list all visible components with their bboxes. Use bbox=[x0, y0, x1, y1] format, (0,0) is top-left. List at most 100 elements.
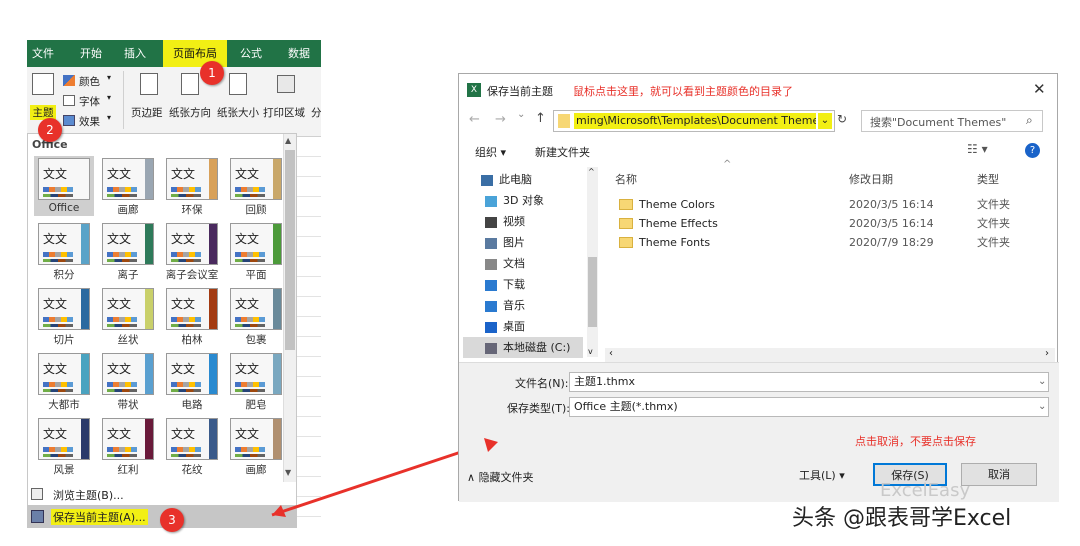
gallery-scrollbar[interactable]: ▲ ▼ bbox=[283, 134, 296, 482]
new-folder-button[interactable]: 新建文件夹 bbox=[535, 144, 590, 160]
folder-icon bbox=[619, 218, 633, 229]
back-icon[interactable]: ← bbox=[469, 112, 480, 127]
chevron-down-icon[interactable]: ⌄ bbox=[818, 113, 832, 129]
colors-icon bbox=[63, 75, 75, 86]
theme-item[interactable]: 文文 带状 bbox=[98, 351, 158, 411]
theme-icon bbox=[32, 73, 54, 95]
theme-item[interactable]: 文文 回顾 bbox=[226, 156, 286, 216]
search-input[interactable]: 搜索"Document Themes" ⌕ bbox=[861, 110, 1043, 132]
theme-item[interactable]: 文文 肥皂 bbox=[226, 351, 286, 411]
nav-item[interactable]: 下载 bbox=[485, 274, 525, 295]
up-icon[interactable]: ↑ bbox=[535, 111, 546, 126]
theme-item[interactable]: 文文 花纹 bbox=[162, 416, 222, 476]
file-name: Theme Colors bbox=[639, 198, 715, 211]
cancel-button[interactable]: 取消 bbox=[961, 463, 1037, 486]
tab-file[interactable]: 文件 bbox=[27, 40, 59, 67]
theme-item[interactable]: 文文 离子 bbox=[98, 221, 158, 281]
theme-item[interactable]: 文文 离子会议室 bbox=[162, 221, 222, 281]
theme-item[interactable]: 文文 丝状 bbox=[98, 286, 158, 346]
color-swatches bbox=[43, 324, 73, 327]
view-options-icon[interactable]: ☷ ▾ bbox=[967, 142, 988, 156]
more-label[interactable]: 分 bbox=[311, 105, 322, 120]
filetype-value: Office 主题(*.thmx) bbox=[574, 400, 678, 413]
scrollbar-thumb[interactable] bbox=[588, 257, 597, 327]
theme-item[interactable]: 文文 柏林 bbox=[162, 286, 222, 346]
color-swatches bbox=[107, 194, 137, 197]
theme-thumbnail: 文文 bbox=[102, 418, 154, 460]
nav-item[interactable]: 图片 bbox=[485, 232, 525, 253]
file-row[interactable]: Theme Colors 2020/3/5 16:14 文件夹 bbox=[605, 195, 1045, 214]
theme-item[interactable]: 文文 积分 bbox=[34, 221, 94, 281]
organize-button[interactable]: 组织 ▾ bbox=[475, 144, 506, 160]
browse-label: 浏览主题(B)... bbox=[53, 489, 124, 502]
filename-label: 文件名(N): bbox=[515, 377, 569, 390]
horizontal-scrollbar[interactable]: ‹ › bbox=[605, 348, 1055, 362]
file-row[interactable]: Theme Fonts 2020/7/9 18:29 文件夹 bbox=[605, 233, 1045, 252]
refresh-icon[interactable]: ↻ bbox=[837, 112, 847, 126]
save-current-theme-label: 保存当前主题(A)... bbox=[51, 509, 148, 525]
effects-button[interactable]: 效果 ▾ bbox=[63, 113, 113, 129]
filename-field[interactable]: 主题1.thmx ⌄ bbox=[569, 372, 1049, 392]
browse-themes-item[interactable]: 浏览主题(B)... bbox=[27, 484, 297, 504]
chevron-down-icon[interactable]: ⌄ bbox=[1038, 398, 1046, 416]
column-date[interactable]: 修改日期 bbox=[849, 171, 893, 187]
nav-item[interactable]: 本地磁盘 (C:) bbox=[463, 337, 583, 358]
theme-item[interactable]: 文文 包裹 bbox=[226, 286, 286, 346]
fonts-button[interactable]: 字体 ▾ bbox=[63, 93, 113, 109]
margins-button[interactable]: 页边距 bbox=[131, 71, 167, 127]
theme-item[interactable]: 文文 大都市 bbox=[34, 351, 94, 411]
theme-accent-stripe bbox=[209, 224, 217, 264]
scroll-left-icon[interactable]: ‹ bbox=[609, 348, 613, 359]
column-name[interactable]: 名称 bbox=[615, 171, 637, 187]
address-bar[interactable]: ming\Microsoft\Templates\Document Themes… bbox=[553, 110, 835, 132]
chevron-down-icon[interactable]: ⌄ bbox=[517, 109, 525, 120]
nav-item[interactable]: 此电脑 bbox=[481, 169, 532, 190]
tab-formulas[interactable]: 公式 bbox=[231, 40, 271, 67]
theme-name: Office bbox=[48, 202, 80, 214]
tab-data[interactable]: 数据 bbox=[279, 40, 319, 67]
theme-item[interactable]: 文文 画廊 bbox=[98, 156, 158, 216]
color-swatches bbox=[43, 317, 73, 322]
nav-item[interactable]: 视频 bbox=[485, 211, 525, 232]
theme-item[interactable]: 文文 平面 bbox=[226, 221, 286, 281]
column-type[interactable]: 类型 bbox=[977, 171, 999, 187]
theme-item[interactable]: 文文 环保 bbox=[162, 156, 222, 216]
hide-folders-toggle[interactable]: ∧ 隐藏文件夹 bbox=[467, 469, 534, 485]
tab-home[interactable]: 开始 bbox=[71, 40, 111, 67]
nav-item[interactable]: 音乐 bbox=[485, 295, 525, 316]
theme-item[interactable]: 文文 风景 bbox=[34, 416, 94, 476]
tab-insert[interactable]: 插入 bbox=[115, 40, 155, 67]
scroll-right-icon[interactable]: › bbox=[1045, 348, 1049, 359]
color-swatches bbox=[171, 317, 201, 322]
filetype-select[interactable]: Office 主题(*.thmx) ⌄ bbox=[569, 397, 1049, 417]
print-area-button[interactable]: 打印区域 bbox=[263, 71, 309, 127]
theme-item[interactable]: 文文 红利 bbox=[98, 416, 158, 476]
help-icon[interactable]: ? bbox=[1025, 143, 1040, 158]
theme-thumb-text: 文文 bbox=[171, 427, 196, 441]
theme-item[interactable]: 文文 电路 bbox=[162, 351, 222, 411]
theme-button[interactable]: 主题 bbox=[30, 71, 56, 121]
scroll-up-icon[interactable]: ^ bbox=[588, 167, 595, 176]
print-area-label: 打印区域 bbox=[263, 107, 305, 119]
chevron-down-icon: ▾ bbox=[107, 93, 112, 102]
color-swatches bbox=[171, 187, 201, 192]
nav-scrollbar[interactable]: ^ v bbox=[587, 167, 598, 357]
search-icon: ⌕ bbox=[1026, 113, 1033, 127]
close-icon[interactable]: ✕ bbox=[1033, 80, 1046, 98]
size-button[interactable]: 纸张大小 bbox=[217, 71, 261, 127]
scroll-up-icon[interactable]: ▲ bbox=[285, 136, 291, 145]
nav-item[interactable]: 文档 bbox=[485, 253, 525, 274]
file-row[interactable]: Theme Effects 2020/3/5 16:14 文件夹 bbox=[605, 214, 1045, 233]
colors-button[interactable]: 颜色 ▾ bbox=[63, 73, 113, 89]
scrollbar-thumb[interactable] bbox=[285, 150, 295, 350]
forward-icon[interactable]: → bbox=[495, 112, 506, 127]
theme-item[interactable]: 文文 Office bbox=[34, 156, 94, 216]
color-swatches bbox=[235, 187, 265, 192]
nav-item[interactable]: 3D 对象 bbox=[485, 190, 544, 211]
nav-item[interactable]: 桌面 bbox=[485, 316, 525, 337]
theme-thumbnail: 文文 bbox=[230, 353, 282, 395]
tools-button[interactable]: 工具(L) ▾ bbox=[799, 467, 845, 483]
scroll-down-icon[interactable]: v bbox=[588, 347, 593, 356]
chevron-down-icon[interactable]: ⌄ bbox=[1038, 373, 1046, 391]
theme-item[interactable]: 文文 切片 bbox=[34, 286, 94, 346]
